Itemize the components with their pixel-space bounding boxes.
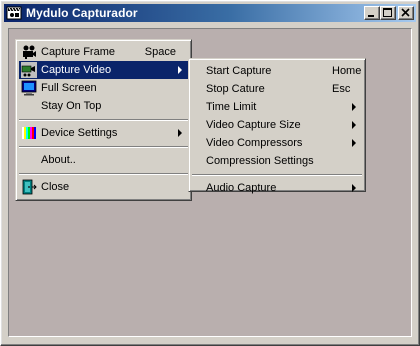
- menu-separator: [19, 169, 188, 178]
- submenu-arrow-icon: [352, 184, 356, 192]
- maximize-button[interactable]: [380, 6, 396, 20]
- submenu-arrow-icon: [178, 129, 182, 137]
- submenu-item-audio-capture[interactable]: Audio Capture: [192, 179, 362, 197]
- menu-item-capture-frame[interactable]: Capture Frame Space: [19, 43, 188, 61]
- close-icon: [401, 8, 410, 17]
- minimize-button[interactable]: [364, 6, 380, 20]
- menu-item-device-settings[interactable]: Device Settings: [19, 124, 188, 142]
- menu-item-stay-on-top[interactable]: Stay On Top: [19, 97, 188, 115]
- submenu-arrow-icon: [352, 139, 356, 147]
- submenu-item-time-limit[interactable]: Time Limit: [192, 98, 362, 116]
- monitor-icon: [21, 80, 37, 96]
- submenu-arrow-icon: [178, 66, 182, 74]
- submenu-item-video-compressors[interactable]: Video Compressors: [192, 134, 362, 152]
- submenu-arrow-icon: [352, 103, 356, 111]
- camera-clapper-icon[interactable]: [6, 5, 22, 21]
- menu-separator: [192, 170, 362, 179]
- color-bars-icon: [21, 125, 37, 141]
- menu-item-close[interactable]: Close: [19, 178, 188, 196]
- menu-item-capture-video[interactable]: Capture Video: [19, 61, 188, 79]
- capture-video-submenu: Start Capture Home Stop Cature Esc Time …: [188, 58, 366, 194]
- submenu-item-stop-capture[interactable]: Stop Cature Esc: [192, 80, 362, 98]
- close-button[interactable]: [398, 6, 414, 20]
- exit-door-icon: [21, 179, 37, 195]
- film-camera-icon: [21, 44, 37, 60]
- window-controls: [364, 6, 414, 20]
- submenu-item-compression-settings[interactable]: Compression Settings: [192, 152, 362, 170]
- title-bar[interactable]: Mydulo Capturador: [4, 4, 416, 22]
- submenu-arrow-icon: [352, 121, 356, 129]
- video-camera-icon: [21, 62, 37, 78]
- menu-item-about[interactable]: About..: [19, 151, 188, 169]
- menu-separator: [19, 142, 188, 151]
- menu-separator: [19, 115, 188, 124]
- submenu-item-video-capture-size[interactable]: Video Capture Size: [192, 116, 362, 134]
- main-menu: Capture Frame Space Capture Video Full S…: [15, 39, 192, 201]
- menu-item-full-screen[interactable]: Full Screen: [19, 79, 188, 97]
- submenu-item-start-capture[interactable]: Start Capture Home: [192, 62, 362, 80]
- maximize-icon: [383, 8, 392, 17]
- minimize-icon: [368, 15, 374, 17]
- window-title: Mydulo Capturador: [26, 6, 138, 20]
